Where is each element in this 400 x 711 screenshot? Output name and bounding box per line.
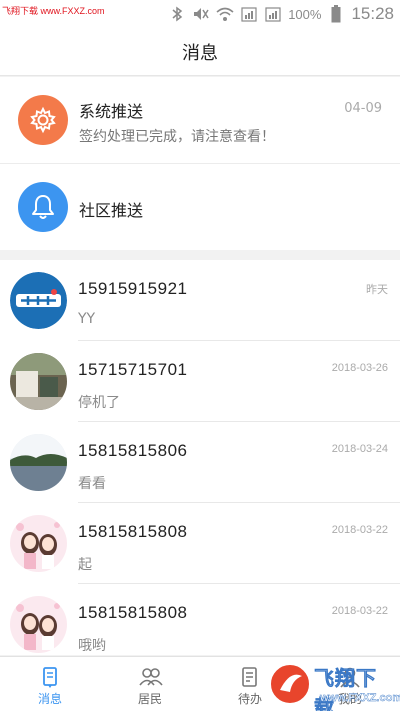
residents-icon — [138, 665, 163, 689]
watermark-text: 飞翔下载 www.FXXZ.com — [2, 6, 105, 16]
status-time: 15:28 — [351, 4, 394, 23]
conversation-row[interactable]: 15815815808 起 2018-03-22 — [0, 503, 400, 584]
bluetooth-icon — [168, 5, 186, 23]
watermark-logo-icon — [269, 663, 311, 705]
avatar — [10, 596, 67, 653]
community-push-item[interactable]: 社区推送 — [0, 164, 400, 250]
avatar — [10, 434, 67, 491]
conversation-row[interactable]: 15915915921 YY 昨天 — [0, 260, 400, 341]
contact-name: 15815815808 — [78, 603, 188, 622]
contact-name: 15815815808 — [78, 522, 188, 541]
message-preview: 停机了 — [78, 395, 120, 411]
system-push-title: 系统推送 — [79, 102, 144, 121]
app-header: 消息 — [0, 28, 400, 76]
tab-residents[interactable]: 居民 — [110, 657, 190, 711]
tab-label: 居民 — [137, 692, 162, 706]
message-preview: 看看 — [78, 476, 106, 492]
avatar — [10, 515, 67, 572]
contact-name: 15915915921 — [78, 279, 188, 298]
message-time: 2018-03-24 — [331, 443, 388, 455]
message-preview: 起 — [78, 557, 92, 573]
wifi-icon — [216, 5, 234, 23]
status-icons: 100% 15:28 — [168, 4, 394, 24]
battery-percent: 100% — [288, 6, 322, 22]
message-time: 2018-03-22 — [331, 524, 388, 536]
bell-icon — [18, 182, 68, 232]
tab-messages[interactable]: 消息 — [10, 657, 90, 711]
system-push-subtitle: 签约处理已完成，请注意查看！ — [79, 129, 275, 145]
community-push-title: 社区推送 — [79, 201, 144, 220]
tab-label: 消息 — [37, 692, 62, 706]
status-bar: 飞翔下载 www.FXXZ.com 100% 15:28 — [0, 0, 400, 28]
avatar — [10, 272, 67, 329]
conversation-row[interactable]: 15815815808 哦哟 2018-03-22 — [0, 584, 400, 655]
sim1-signal-icon — [240, 5, 258, 23]
gear-icon — [18, 95, 68, 145]
contact-name: 15715715701 — [78, 360, 188, 379]
sim2-signal-icon — [264, 5, 282, 23]
system-push-date: 04-09 — [344, 101, 382, 116]
message-time: 2018-03-26 — [331, 362, 388, 374]
contact-name: 15815815806 — [78, 441, 188, 460]
battery-icon — [327, 5, 345, 23]
conversation-row[interactable]: 15815815806 看看 2018-03-24 — [0, 422, 400, 503]
message-time: 昨天 — [366, 284, 388, 296]
avatar — [10, 353, 67, 410]
system-section: 系统推送 签约处理已完成，请注意查看！ 04-09 社区推送 — [0, 77, 400, 250]
message-preview: 哦哟 — [78, 638, 106, 654]
message-preview: YY — [78, 311, 96, 327]
watermark-logo: 飞翔下载 www.FXXZ.com — [268, 660, 400, 711]
message-icon — [38, 665, 62, 689]
system-push-item[interactable]: 系统推送 签约处理已完成，请注意查看！ 04-09 — [0, 77, 400, 163]
watermark-logo-url: www.FXXZ.com — [320, 692, 400, 704]
todo-icon — [238, 665, 262, 689]
page-title: 消息 — [182, 42, 218, 64]
mute-icon — [192, 5, 210, 23]
conversation-row[interactable]: 15715715701 停机了 2018-03-26 — [0, 341, 400, 422]
conversation-list: 15915915921 YY 昨天 15715715701 停机了 2018-0… — [0, 260, 400, 655]
message-time: 2018-03-22 — [331, 605, 388, 617]
